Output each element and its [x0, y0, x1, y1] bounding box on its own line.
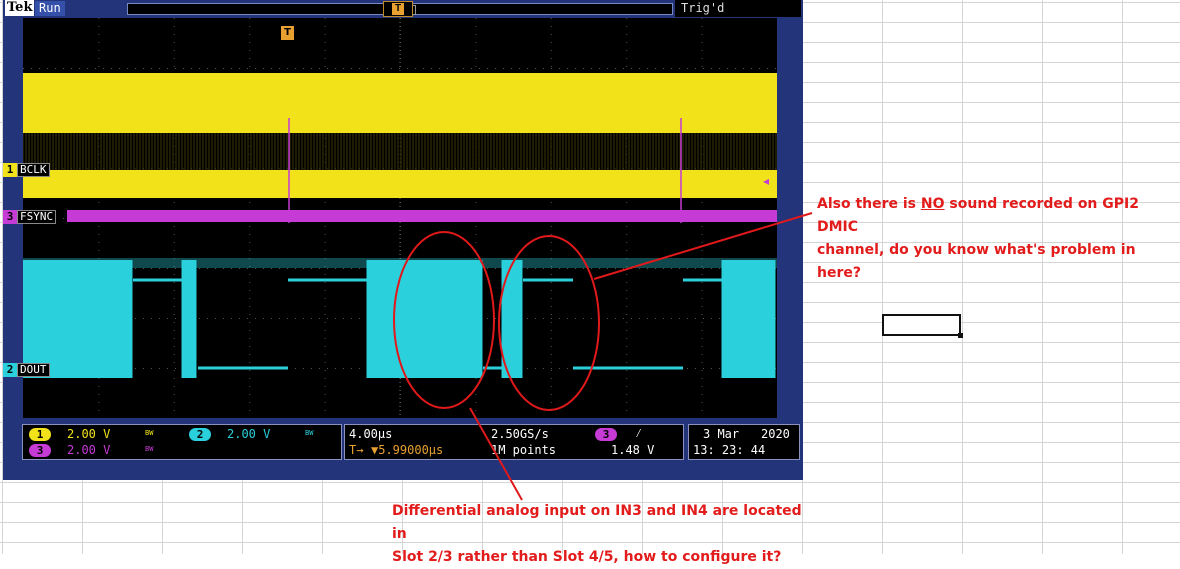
highlight-ellipse-right: [498, 235, 600, 411]
arrow-to-right-note: [593, 212, 813, 280]
arrow-to-bottom-note: [469, 407, 523, 501]
highlight-ellipse-left: [393, 231, 495, 409]
bottom-annotation: Differential analog input on IN3 and IN4…: [392, 503, 802, 565]
right-annotation: Also there is NO sound recorded on GPI2 …: [817, 196, 1139, 281]
